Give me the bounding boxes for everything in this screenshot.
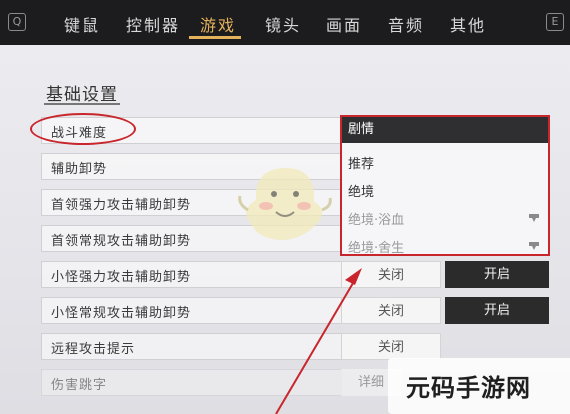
key-hint-right[interactable]: E [546,13,564,31]
dropdown-option-locked[interactable]: 绝境·浴血 [348,209,404,228]
toggle-off-button[interactable]: 关闭 [341,261,441,288]
watermark-text: 元码手游网 [406,374,531,402]
setting-label: 小怪常规攻击辅助卸势 [51,306,192,321]
key-hint-left[interactable]: Q [8,13,26,31]
setting-row-ranged-attack-hint[interactable]: 远程攻击提示 [41,333,342,360]
setting-row-damage-numbers[interactable]: 伤害跳字 [41,369,342,396]
active-tab-indicator [189,36,241,39]
top-tab-bar: Q 键鼠 控制器 游戏 镜头 画面 音频 其他 E [0,0,570,45]
setting-label: 首领强力攻击辅助卸势 [51,198,192,213]
setting-label: 小怪强力攻击辅助卸势 [51,270,192,285]
section-underline [44,103,120,105]
tab-graphics[interactable]: 画面 [326,12,362,36]
tab-keyboard-mouse[interactable]: 键鼠 [64,12,100,36]
setting-label: 远程攻击提示 [51,342,136,357]
toggle-on-button[interactable]: 开启 [445,297,549,324]
dropdown-option[interactable]: 推荐 [348,153,374,172]
setting-label: 伤害跳字 [51,378,108,393]
toggle-off-button[interactable]: 关闭 [341,297,441,324]
toggle-on-button[interactable]: 开启 [445,261,549,288]
lock-icon [529,214,539,222]
setting-row-mob-heavy-deflect[interactable]: 小怪强力攻击辅助卸势 [41,261,342,288]
dropdown-option-locked[interactable]: 绝境·舍生 [348,237,404,256]
highlight-circle [30,113,136,145]
tab-camera[interactable]: 镜头 [265,12,301,36]
setting-row-mob-normal-deflect[interactable]: 小怪常规攻击辅助卸势 [41,297,342,324]
dropdown-option[interactable]: 绝境 [348,181,374,200]
setting-label: 辅助卸势 [51,162,108,177]
toggle-off-button[interactable]: 关闭 [341,333,441,360]
tab-game[interactable]: 游戏 [200,12,236,36]
dropdown-selected-option[interactable]: 剧情 [342,117,548,143]
tab-other[interactable]: 其他 [450,12,486,36]
lock-icon [529,242,539,250]
tab-controller[interactable]: 控制器 [126,12,180,36]
tab-audio[interactable]: 音频 [388,12,424,36]
difficulty-dropdown[interactable]: 剧情 推荐 绝境 绝境·浴血 绝境·舍生 [340,115,550,256]
setting-label: 首领常规攻击辅助卸势 [51,234,192,249]
section-title: 基础设置 [46,85,118,105]
mascot-illustration [238,168,332,240]
